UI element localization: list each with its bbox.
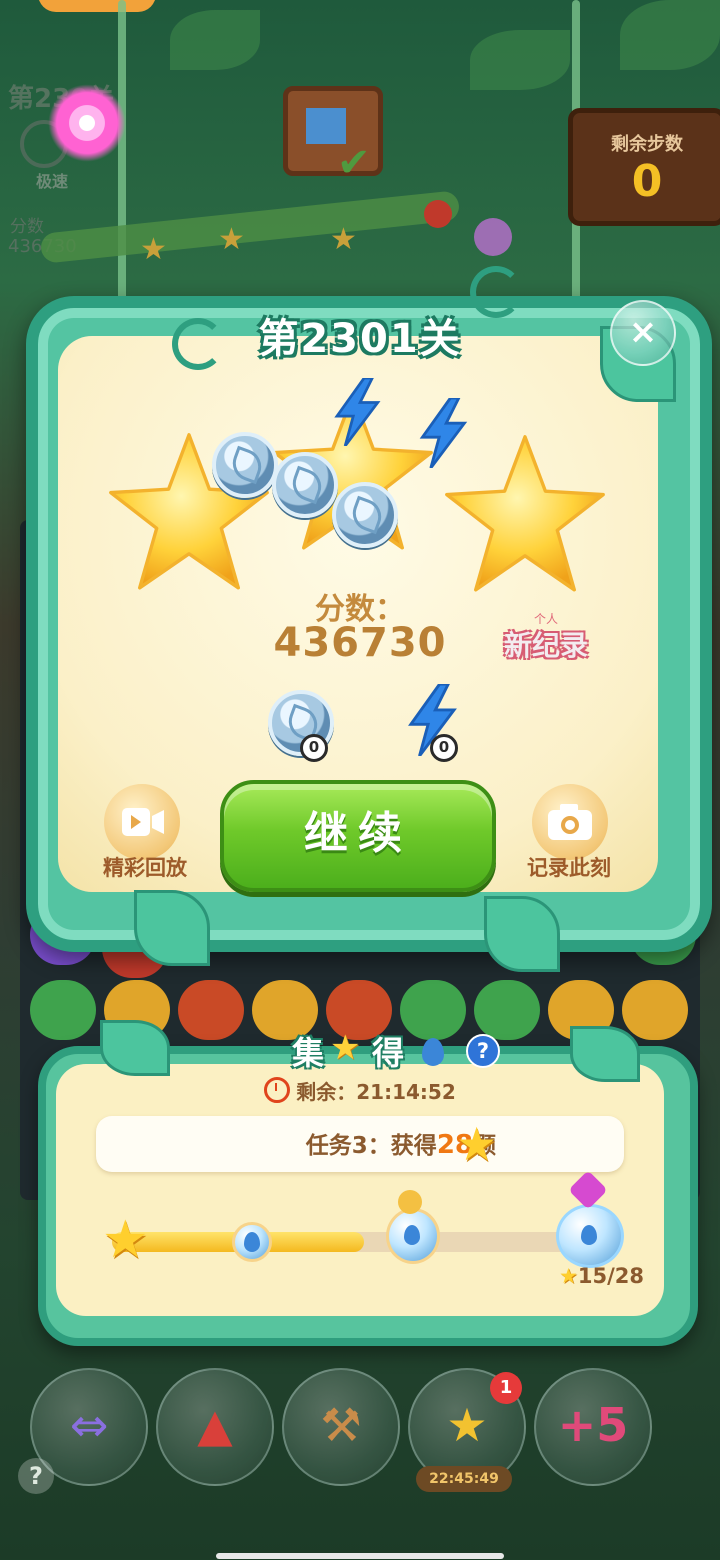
- continue-button[interactable]: 继续: [220, 780, 496, 892]
- lightning-bolt-icon: [419, 398, 468, 468]
- leaf-coin-icon: [272, 452, 338, 518]
- board-tile: [622, 980, 688, 1040]
- video-camera-icon: [122, 808, 164, 836]
- track-star-icon: ★: [218, 222, 245, 257]
- event-help-button[interactable]: ?: [466, 1034, 500, 1068]
- booster-timer: 22:45:49: [416, 1466, 512, 1492]
- popup-title: 第2301关: [258, 316, 462, 362]
- leaf-decoration: [470, 30, 570, 90]
- home-indicator[interactable]: [216, 1553, 504, 1559]
- booster-count-badge: 1: [490, 1372, 522, 1404]
- leaf-decoration: [570, 1026, 640, 1082]
- replay-button[interactable]: [104, 784, 180, 860]
- event-title: 集 ★ 得 ?: [292, 1028, 502, 1072]
- help-icon[interactable]: ?: [18, 1458, 54, 1494]
- leaf-decoration: [170, 10, 260, 70]
- top-menu-tab[interactable]: [38, 0, 156, 12]
- target-block-icon: [306, 108, 346, 144]
- clock-icon: [264, 1077, 291, 1103]
- event-progress-text: 15/28: [577, 1264, 644, 1288]
- leaf-coin-icon: [332, 482, 398, 548]
- score-value: 436730: [273, 620, 447, 666]
- task-star-icon: ★: [456, 1117, 498, 1171]
- score-track: [39, 190, 461, 264]
- water-drop-icon: [422, 1038, 444, 1066]
- camera-icon: [548, 804, 592, 840]
- speed-label: 极速: [36, 172, 69, 191]
- flower-icon: [474, 218, 512, 256]
- booster-rocket[interactable]: ▲: [156, 1368, 274, 1486]
- background-score-label: 分数: [10, 217, 44, 237]
- checkmark-icon: ✔: [337, 140, 371, 186]
- progress-start-star-icon: ★: [102, 1210, 149, 1270]
- event-timer: 剩余：21:14:52: [0, 1076, 720, 1105]
- event-title-char: 得: [372, 1034, 405, 1072]
- reward-bolt-count: 0: [430, 734, 458, 762]
- close-button[interactable]: ×: [610, 300, 676, 366]
- leaf-coin-icon: [212, 432, 278, 498]
- firework-icon: [48, 84, 126, 162]
- event-star-icon: ★: [330, 1028, 361, 1068]
- event-timer-text: 剩余：21:14:52: [296, 1080, 456, 1104]
- board-tile: [178, 980, 244, 1040]
- booster-hammer[interactable]: ⚒: [282, 1368, 400, 1486]
- reward-coin-count: 0: [300, 734, 328, 762]
- steps-label: 剩余步数: [611, 134, 683, 155]
- milestone-drop-small[interactable]: [232, 1222, 272, 1262]
- milestone-drop-medium[interactable]: [386, 1208, 440, 1264]
- task-text: 任务3：获得28颗: [96, 1126, 496, 1160]
- record-moment-button[interactable]: [532, 784, 608, 860]
- leaf-decoration: [620, 0, 720, 70]
- leaf-decoration: [100, 1020, 170, 1076]
- track-star-icon: ★: [140, 232, 167, 267]
- replay-label[interactable]: 精彩回放: [80, 852, 210, 882]
- event-title-char: 集: [292, 1034, 325, 1072]
- progress-star-icon: ★: [559, 1264, 578, 1288]
- steps-value: 0: [631, 156, 663, 207]
- leaf-decoration: [134, 890, 210, 966]
- lightning-bolt-icon: [334, 378, 381, 446]
- track-star-icon: ★: [330, 222, 357, 257]
- record-moment-label[interactable]: 记录此刻: [504, 852, 634, 882]
- event-progress-count: ★15/28: [534, 1264, 644, 1288]
- new-record-label: 新纪录: [503, 629, 588, 662]
- task-prefix: 任务3：获得: [305, 1133, 437, 1159]
- board-tile: [30, 980, 96, 1040]
- milestone-cork-icon: [398, 1190, 422, 1214]
- new-record-badge: 个人 新纪录: [484, 610, 608, 668]
- progress-ball-icon: [424, 200, 452, 228]
- booster-plus-five[interactable]: +5: [534, 1368, 652, 1486]
- milestone-drop-large[interactable]: [556, 1204, 624, 1268]
- leaf-decoration: [484, 896, 560, 972]
